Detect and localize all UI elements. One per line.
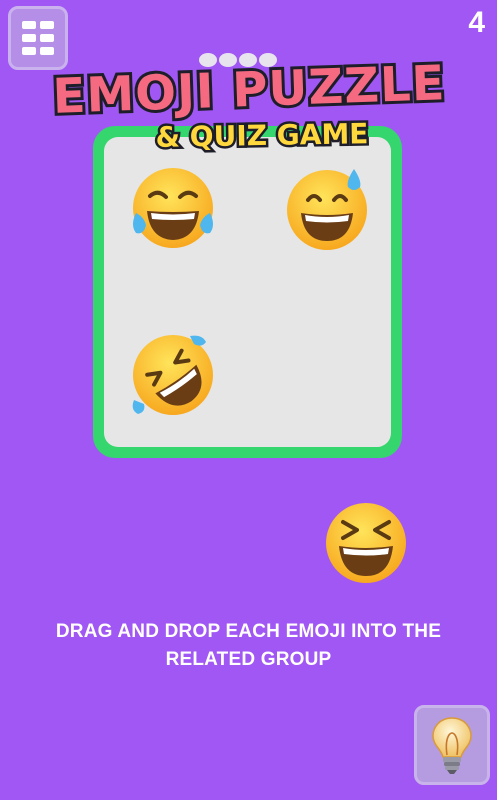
instruction-text: DRAG AND DROP EACH EMOJI INTO THE RELATE…: [0, 618, 497, 674]
logo-title-line1: EMOJI PUZZLE: [52, 55, 447, 125]
hint-button[interactable]: [414, 705, 490, 785]
lightbulb-icon: [432, 717, 472, 774]
game-logo: EMOJI PUZZLE & QUIZ GAME: [0, 0, 497, 160]
emoji-grinning-face-with-sweat[interactable]: [284, 163, 374, 253]
draggable-emoji-grinning-squinting-face[interactable]: [321, 498, 411, 588]
instruction-line-2: RELATED GROUP: [165, 649, 332, 670]
instruction-line-1: DRAG AND DROP EACH EMOJI INTO THE: [55, 621, 442, 642]
emoji-face-with-tears-of-joy[interactable]: [128, 163, 218, 253]
logo-title-line2: & QUIZ GAME: [155, 117, 368, 154]
emoji-rolling-on-the-floor-laughing[interactable]: [128, 330, 218, 420]
